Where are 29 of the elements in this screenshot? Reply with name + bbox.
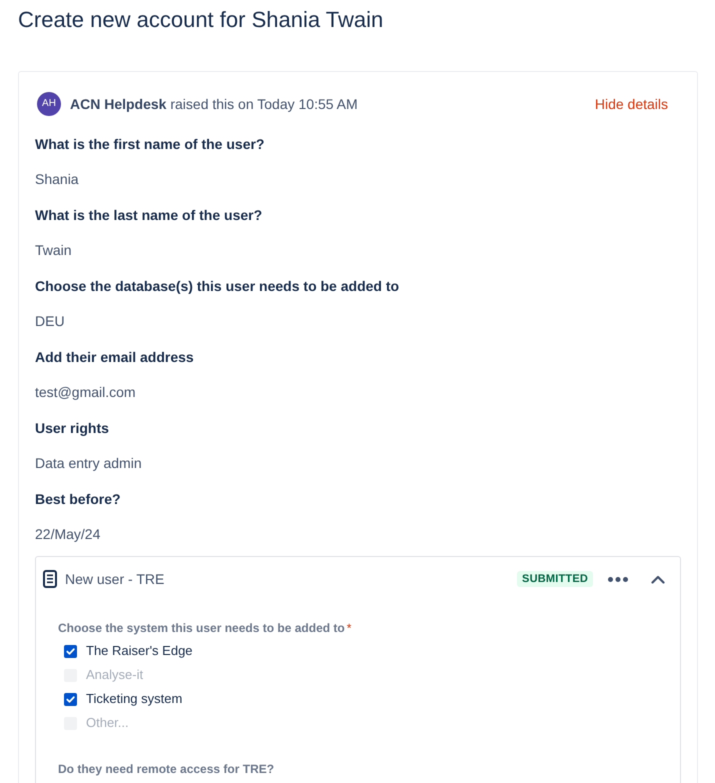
field-value: 22/May/24 — [35, 525, 100, 544]
field-label: User rights — [35, 419, 109, 438]
field-value: Data entry admin — [35, 454, 142, 473]
field-value: DEU — [35, 312, 65, 331]
option-label: Analyse-it — [86, 666, 144, 684]
question-label: Do they need remote access for TRE? — [58, 761, 274, 777]
option-label: Other... — [86, 714, 129, 732]
more-icon[interactable] — [608, 576, 628, 582]
raised-by-text: ACN Helpdesk raised this on Today 10:55 AM — [70, 95, 358, 114]
field-label: Choose the database(s) this user needs to be added to — [35, 277, 400, 296]
status-badge: SUBMITTED — [517, 571, 593, 587]
question-label: Choose the system this user needs to be added to * — [58, 620, 352, 636]
page-title: Create new account for Shania Twain — [18, 6, 384, 34]
checkbox[interactable] — [64, 644, 77, 658]
hide-details-link[interactable]: Hide details — [594, 94, 668, 114]
field-label: Best before? — [35, 490, 121, 509]
avatar: AH — [37, 92, 61, 116]
form-title: New user - TRE — [65, 570, 164, 589]
field-value: Twain — [35, 241, 72, 260]
field-label: Add their email address — [35, 348, 194, 367]
checkbox[interactable] — [64, 692, 77, 706]
field-label: What is the first name of the user? — [35, 135, 264, 154]
option-label: Ticketing system — [86, 690, 182, 708]
field-value: test@gmail.com — [35, 383, 136, 402]
field-label: What is the last name of the user? — [35, 206, 262, 225]
option-label: The Raiser's Edge — [86, 642, 193, 660]
document-icon — [43, 570, 57, 588]
collapse-chevron-icon[interactable] — [651, 574, 665, 584]
field-value: Shania — [35, 170, 79, 189]
